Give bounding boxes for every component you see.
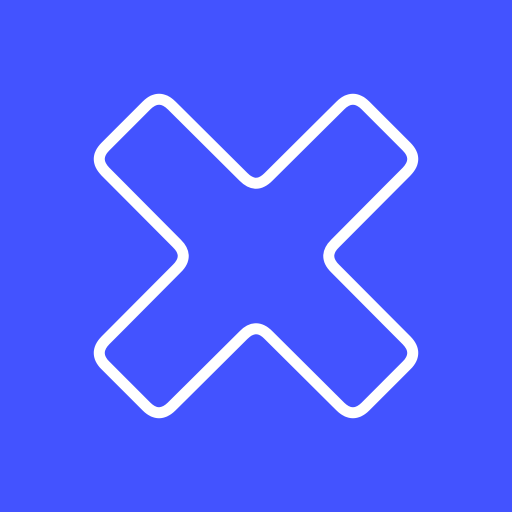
x-shape-outline bbox=[93, 93, 419, 419]
close-icon bbox=[93, 93, 419, 419]
app-icon-tile[interactable] bbox=[0, 0, 512, 512]
